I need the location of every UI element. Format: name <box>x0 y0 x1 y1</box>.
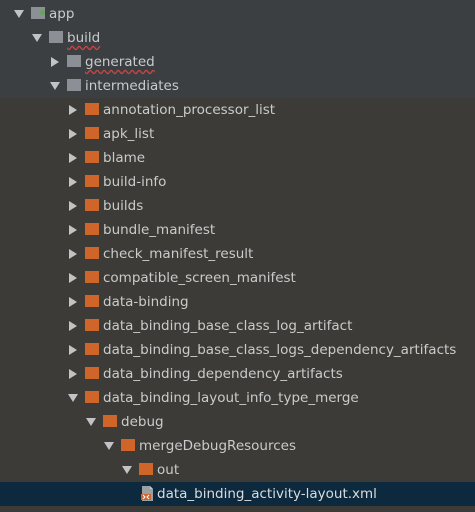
tree-item-label: build <box>67 30 101 46</box>
folder-icon <box>85 175 99 187</box>
tree-row[interactable]: data-binding <box>0 290 475 314</box>
tree-row[interactable]: blame <box>0 146 475 170</box>
folder-icon <box>85 391 99 403</box>
tree-row[interactable]: build <box>0 26 475 50</box>
tree-row[interactable]: debug <box>0 410 475 434</box>
chevron-right-icon[interactable] <box>51 57 59 67</box>
folder-icon <box>85 271 99 283</box>
tree-item-label: app <box>49 6 75 22</box>
tree-row[interactable]: build-info <box>0 170 475 194</box>
chevron-right-icon[interactable] <box>69 345 77 355</box>
chevron-right-icon[interactable] <box>69 273 77 283</box>
chevron-right-icon[interactable] <box>69 177 77 187</box>
tree-item-label: data_binding_activity-layout.xml <box>157 486 377 502</box>
folder-icon <box>139 463 153 475</box>
folder-icon <box>49 31 63 43</box>
folder-icon <box>85 343 99 355</box>
folder-icon <box>85 319 99 331</box>
folder-icon <box>85 367 99 379</box>
xml-file-icon <box>141 486 153 501</box>
chevron-right-icon[interactable] <box>69 249 77 259</box>
folder-icon <box>85 223 99 235</box>
tree-row[interactable]: out <box>0 458 475 482</box>
folder-icon <box>103 415 117 427</box>
tree-item-label: annotation_processor_list <box>103 102 276 118</box>
tree-item-label: intermediates <box>85 78 179 94</box>
chevron-down-icon[interactable] <box>122 466 132 474</box>
tree-row[interactable]: data_binding_layout_info_type_merge <box>0 386 475 410</box>
tree-item-label: compatible_screen_manifest <box>103 270 296 286</box>
tree-item-label: data_binding_dependency_artifacts <box>103 366 343 382</box>
chevron-right-icon[interactable] <box>69 225 77 235</box>
folder-icon <box>67 55 81 67</box>
chevron-right-icon[interactable] <box>69 297 77 307</box>
tree-row[interactable]: data_binding_activity-layout.xml <box>0 482 475 506</box>
tree-item-label: apk_list <box>103 126 155 142</box>
tree-row[interactable]: data_binding_base_class_logs_dependency_… <box>0 338 475 362</box>
tree-row[interactable]: builds <box>0 194 475 218</box>
tree-row[interactable]: data_binding_base_class_log_artifact <box>0 314 475 338</box>
tree-row[interactable]: intermediates <box>0 74 475 98</box>
chevron-right-icon[interactable] <box>69 201 77 211</box>
folder-icon <box>121 439 135 451</box>
chevron-down-icon[interactable] <box>32 34 42 42</box>
tree-row[interactable]: annotation_processor_list <box>0 98 475 122</box>
chevron-down-icon[interactable] <box>68 394 78 402</box>
project-tree: app build generated intermediates annotation… <box>0 0 475 512</box>
tree-row[interactable]: compatible_screen_manifest <box>0 266 475 290</box>
tree-item-label: out <box>157 462 180 478</box>
folder-icon <box>85 199 99 211</box>
tree-row[interactable]: bundle_manifest <box>0 218 475 242</box>
tree-item-label: data_binding_base_class_logs_dependency_… <box>103 342 457 358</box>
chevron-down-icon[interactable] <box>86 418 96 426</box>
tree-row[interactable]: check_manifest_result <box>0 242 475 266</box>
tree-row[interactable]: app <box>0 2 475 26</box>
tree-item-label: blame <box>103 150 146 166</box>
module-indicator-icon <box>40 10 45 15</box>
folder-icon <box>85 103 99 115</box>
chevron-right-icon[interactable] <box>69 129 77 139</box>
chevron-down-icon[interactable] <box>50 82 60 90</box>
chevron-right-icon[interactable] <box>69 369 77 379</box>
tree-item-label: mergeDebugResources <box>139 438 296 454</box>
tree-row[interactable]: mergeDebugResources <box>0 434 475 458</box>
tree-row[interactable]: apk_list <box>0 122 475 146</box>
tree-item-label: builds <box>103 198 144 214</box>
folder-icon <box>67 79 81 91</box>
folder-icon <box>85 127 99 139</box>
folder-icon <box>85 151 99 163</box>
tree-item-label: check_manifest_result <box>103 246 254 262</box>
tree-row[interactable]: data_binding_dependency_artifacts <box>0 362 475 386</box>
tree-item-label: build-info <box>103 174 167 190</box>
tree-item-label: debug <box>121 414 164 430</box>
chevron-right-icon[interactable] <box>69 105 77 115</box>
tree-item-label: bundle_manifest <box>103 222 216 238</box>
chevron-right-icon[interactable] <box>69 153 77 163</box>
chevron-right-icon[interactable] <box>69 321 77 331</box>
tree-row[interactable]: generated <box>0 50 475 74</box>
folder-icon <box>85 247 99 259</box>
tree-item-label: data-binding <box>103 294 189 310</box>
chevron-down-icon[interactable] <box>104 442 114 450</box>
tree-item-label: generated <box>85 54 155 70</box>
chevron-down-icon[interactable] <box>14 10 24 18</box>
tree-item-label: data_binding_layout_info_type_merge <box>103 390 359 406</box>
folder-icon <box>85 295 99 307</box>
tree-item-label: data_binding_base_class_log_artifact <box>103 318 353 334</box>
